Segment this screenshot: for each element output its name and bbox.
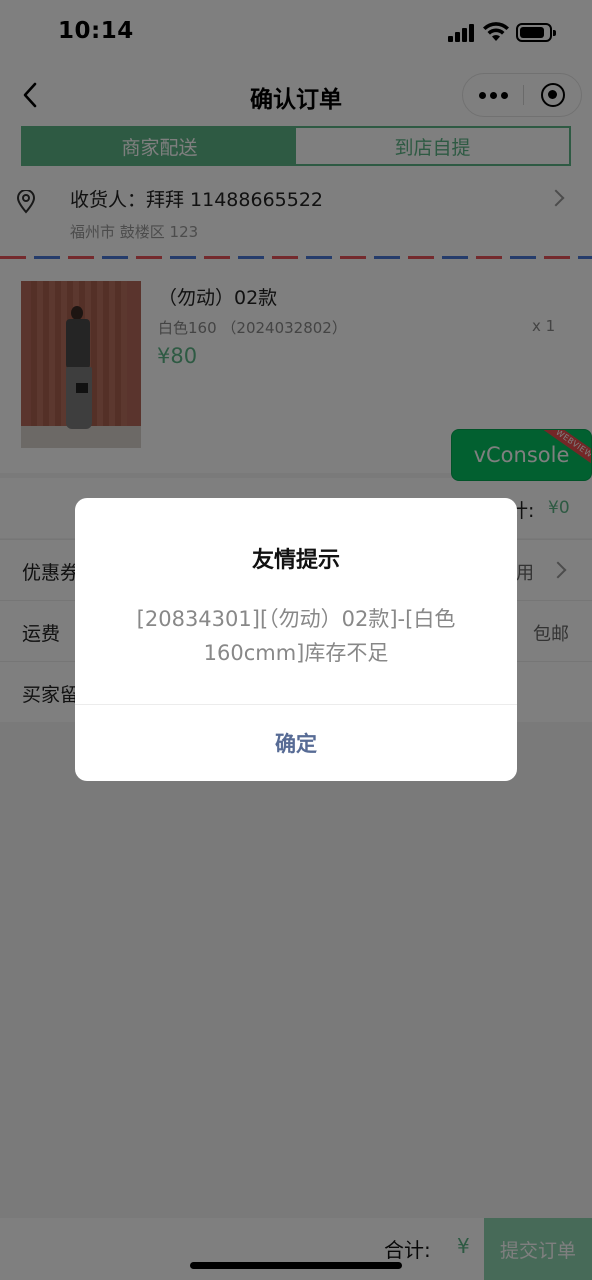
alert-dialog: 友情提示 [20834301][（勿动）02款]-[白色160cmm]库存不足 … [75, 498, 517, 781]
confirm-button[interactable]: 确定 [75, 705, 517, 781]
order-confirm-page: 10:14 确认订单 商家配送 到店自提 [0, 0, 592, 1280]
dialog-message: [20834301][（勿动）02款]-[白色160cmm]库存不足 [136, 607, 456, 665]
dialog-title: 友情提示 [251, 548, 340, 573]
home-indicator [190, 1262, 402, 1269]
